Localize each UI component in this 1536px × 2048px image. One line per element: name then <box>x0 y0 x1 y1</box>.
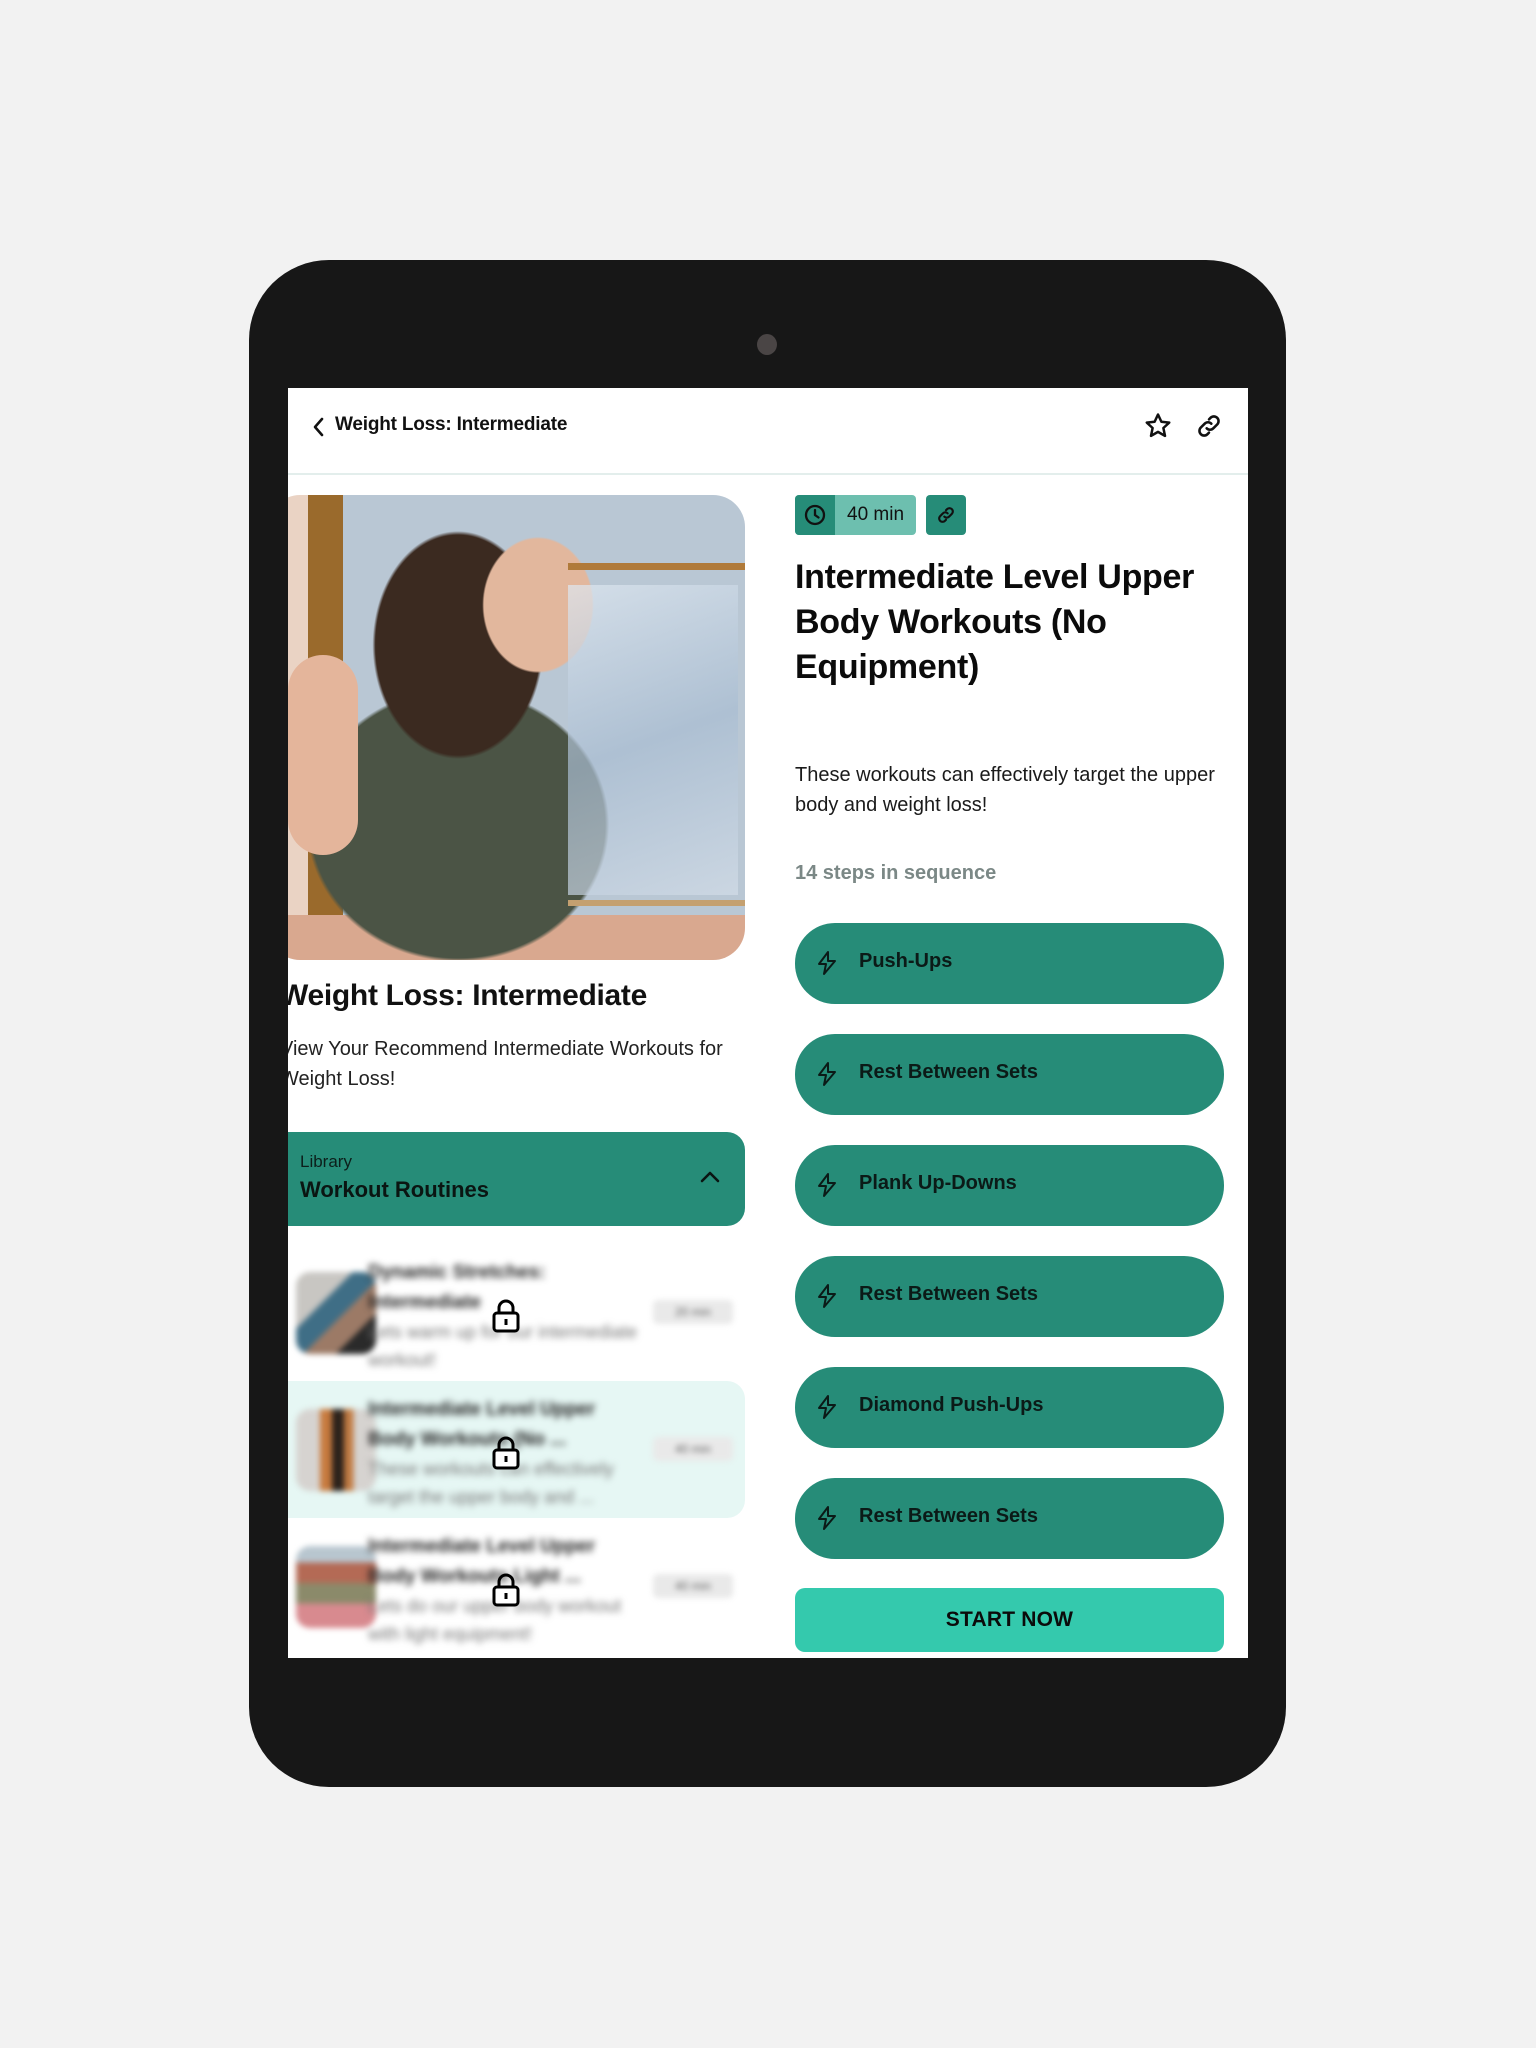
lightning-icon <box>818 1395 836 1419</box>
step-item[interactable]: Diamond Push-Ups <box>795 1367 1224 1448</box>
camera-icon <box>757 334 777 355</box>
duration-label: 40 min <box>847 504 905 525</box>
collapse-toggle[interactable] <box>695 1162 725 1192</box>
collection-hero-image <box>288 495 745 960</box>
lightning-icon <box>818 1506 836 1530</box>
step-label: Rest Between Sets <box>859 1505 1038 1527</box>
lightning-icon <box>818 1173 836 1197</box>
workout-routines-list: Dynamic Stretches: Intermediate Lets war… <box>288 1244 745 1655</box>
step-item[interactable]: Rest Between Sets <box>795 1034 1224 1115</box>
lightning-icon <box>818 951 836 975</box>
routine-thumbnail <box>296 1409 376 1491</box>
step-label: Rest Between Sets <box>859 1283 1038 1305</box>
routine-description: These workouts can effectively target th… <box>795 764 1215 816</box>
list-item[interactable]: Intermediate Level Upper Body Workouts L… <box>288 1518 745 1655</box>
routine-thumbnail <box>296 1546 376 1628</box>
lightning-icon <box>818 1062 836 1086</box>
chevron-left-icon <box>313 417 324 437</box>
duration-badge: 40 min <box>653 1574 733 1598</box>
step-item[interactable]: Plank Up-Downs <box>795 1145 1224 1226</box>
clock-icon <box>804 504 826 526</box>
back-button[interactable] <box>304 412 334 442</box>
lightning-icon <box>818 1284 836 1308</box>
chevron-up-icon <box>700 1171 720 1183</box>
star-icon <box>1145 413 1171 438</box>
copy-link-button[interactable] <box>926 495 966 535</box>
collection-description: View Your Recommend Intermediate Workout… <box>288 1038 723 1090</box>
steps-list: Push-Ups Rest Between Sets Plank Up-Down… <box>795 923 1224 1589</box>
link-icon <box>1198 415 1220 437</box>
top-bar: Weight Loss: Intermediate <box>288 388 1248 475</box>
step-label: Rest Between Sets <box>859 1061 1038 1083</box>
share-link-button[interactable] <box>1191 408 1227 444</box>
duration-chip: 40 min <box>795 495 917 535</box>
favorite-button[interactable] <box>1140 408 1176 444</box>
list-item[interactable]: Dynamic Stretches: Intermediate Lets war… <box>288 1244 745 1381</box>
step-item[interactable]: Push-Ups <box>795 923 1224 1004</box>
list-item[interactable]: Intermediate Level Upper Body Workouts (… <box>288 1381 745 1518</box>
step-label: Push-Ups <box>859 950 953 972</box>
lock-icon <box>492 1573 520 1607</box>
lock-icon <box>492 1299 520 1333</box>
link-icon <box>938 507 954 523</box>
duration-badge: 20 min <box>653 1300 733 1324</box>
library-accordion-header[interactable]: Library Workout Routines <box>288 1132 745 1226</box>
routine-thumbnail <box>296 1272 376 1354</box>
start-now-button[interactable]: START NOW <box>795 1588 1224 1652</box>
step-item[interactable]: Rest Between Sets <box>795 1478 1224 1559</box>
step-label: Diamond Push-Ups <box>859 1394 1044 1416</box>
library-title: Workout Routines <box>300 1177 490 1202</box>
lock-icon <box>492 1436 520 1470</box>
steps-count: 14 steps in sequence <box>795 862 997 884</box>
step-label: Plank Up-Downs <box>859 1172 1017 1194</box>
routine-title: Intermediate Level Upper Body Workouts (… <box>795 558 1195 686</box>
page-title: Weight Loss: Intermediate <box>335 414 568 435</box>
duration-badge: 40 min <box>653 1437 733 1461</box>
step-item[interactable]: Rest Between Sets <box>795 1256 1224 1337</box>
app-screen: Weight Loss: Intermediate Weight Loss: I… <box>288 388 1248 1658</box>
collection-title: Weight Loss: Intermediate <box>288 979 648 1012</box>
library-overline: Library <box>300 1152 352 1171</box>
